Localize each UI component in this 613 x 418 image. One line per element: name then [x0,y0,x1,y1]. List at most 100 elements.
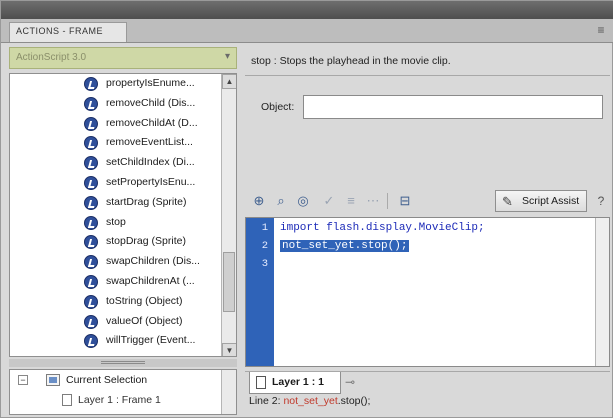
object-field-label: Object: [261,101,295,113]
action-item-icon [84,235,98,250]
insert-target-path-icon[interactable]: ◎ [293,191,313,211]
code-editor[interactable]: 1 2 3 import flash.display.MovieClip; no… [245,217,610,367]
toolbox-item-label: setPropertyIsEnu... [106,175,196,188]
scroll-down-icon[interactable]: ▼ [222,343,236,356]
code-line[interactable]: import flash.display.MovieClip; [280,222,485,234]
toolbox-item-label: stop [106,215,126,228]
toolbox-item[interactable]: stopDrag (Sprite) [10,232,222,252]
action-item-icon [84,274,98,289]
toolbox-item-label: toString (Object) [106,294,183,307]
code-editor-scrollbar[interactable] [595,218,609,366]
action-item-icon [84,96,98,111]
toolbox-item-label: startDrag (Sprite) [106,195,187,208]
status-prefix: Line 2: [249,395,284,407]
actions-frame-tab[interactable]: ACTIONS - FRAME [9,22,127,42]
actionscript-version-select[interactable]: ActionScript 3.0 ▾ [9,47,237,69]
action-reference-description: stop : Stops the playhead in the movie c… [251,55,451,67]
toolbox-item[interactable]: removeChild (Dis... [10,94,222,114]
toolbox-item[interactable]: stop [10,213,222,233]
panel-menu-icon[interactable]: ≡ [594,24,608,36]
action-item-icon [84,77,98,91]
toolbox-item[interactable]: setChildIndex (Di... [10,153,222,173]
action-item-icon [84,175,98,190]
toolbox-item-label: stopDrag (Sprite) [106,235,186,248]
script-assist-button[interactable]: ✎ Script Assist [495,190,587,212]
action-item-icon [84,334,98,349]
script-tab-label: Layer 1 : 1 [272,376,324,388]
action-item-icon [84,294,98,309]
toolbox-item[interactable]: toString (Object) [10,292,222,312]
toolbox-item[interactable]: propertyIsEnume... [10,74,222,94]
collapse-icon[interactable]: − [18,375,28,385]
script-tab[interactable]: Layer 1 : 1 [249,372,341,394]
object-field[interactable] [303,95,603,119]
magic-wand-icon: ✎ [502,194,513,209]
script-navigator: − Current Selection Layer 1 : Frame 1 [9,369,237,415]
add-script-item-icon[interactable]: ⊕ [249,191,269,211]
action-item-icon [84,215,98,230]
toolbox-item[interactable]: setPropertyIsEnu... [10,173,222,193]
status-code-ref: not_set_yet [283,395,338,407]
toolbox-item[interactable]: startDrag (Sprite) [10,193,222,213]
version-select-value: ActionScript 3.0 [16,52,87,63]
toolbox-item-label: removeChild (Dis... [106,96,196,109]
line-number-gutter: 1 2 3 [246,218,274,366]
action-item-icon [84,116,98,131]
auto-format-icon[interactable]: ≡ [341,191,361,211]
toolbox-item-label: swapChildren (Dis... [106,255,200,268]
actions-panel: ACTIONS - FRAME ≡ ActionScript 3.0 ▾ pro… [0,0,613,418]
navigator-scrollbar[interactable] [221,370,236,414]
pane-resize-handle[interactable] [9,359,237,367]
line-number: 1 [261,222,268,234]
toolbox-scrollbar[interactable]: ▲ ▼ [221,74,236,356]
script-document-icon [62,394,72,406]
actions-toolbox-column: ActionScript 3.0 ▾ propertyIsEnume... re… [9,45,237,415]
action-item-icon [84,314,98,329]
status-line: Line 2: not_set_yet.stop(); [249,395,370,407]
panel-title-strip [1,1,613,19]
script-assist-label: Script Assist [522,195,580,207]
help-icon[interactable]: ? [593,192,609,210]
script-pane: stop : Stops the playhead in the movie c… [245,45,610,415]
selection-icon [46,374,60,386]
toolbox-item-label: swapChildrenAt (... [106,274,195,287]
status-suffix: .stop(); [337,395,371,407]
toolbox-list: propertyIsEnume... removeChild (Dis... r… [10,74,222,351]
toolbox-item-label: propertyIsEnume... [106,77,195,89]
toolbox-item[interactable]: removeChildAt (D... [10,114,222,134]
script-document-icon [256,376,266,389]
toolbox-item[interactable]: willTrigger (Event... [10,331,222,351]
toolbox-item-label: removeChildAt (D... [106,116,198,129]
current-selection-label: Current Selection [66,374,148,386]
actions-toolbox: propertyIsEnume... removeChild (Dis... r… [9,73,237,357]
scrollbar-thumb[interactable] [223,252,235,312]
toolbox-item-label: removeEventList... [106,136,193,149]
line-number: 2 [261,240,268,252]
find-icon[interactable]: ⌕ [271,191,291,211]
line-number: 3 [261,258,268,270]
action-item-icon [84,255,98,270]
script-editor-toolbar: ⊕ ⌕ ◎ ✓ ≡ ⋯ ⊟ ✎ Script Assist ? [245,189,610,213]
code-line-selected[interactable]: not_set_yet.stop(); [280,240,410,252]
chevron-down-icon: ▾ [224,51,230,62]
action-item-icon [84,156,98,171]
frame-label: Layer 1 : Frame 1 [78,394,161,406]
toolbox-item[interactable]: swapChildrenAt (... [10,272,222,292]
toolbar-separator [387,193,388,209]
toolbox-item[interactable]: swapChildren (Dis... [10,252,222,272]
toolbox-item-label: valueOf (Object) [106,314,183,327]
pin-script-icon[interactable]: ⊸ [345,375,355,389]
scroll-up-icon[interactable]: ▲ [222,74,236,89]
check-syntax-icon[interactable]: ✓ [319,191,339,211]
toolbox-item[interactable]: valueOf (Object) [10,312,222,332]
toolbox-item-label: willTrigger (Event... [106,334,196,347]
toolbox-item-label: setChildIndex (Di... [106,156,195,169]
panel-tab-bar: ACTIONS - FRAME ≡ [1,19,613,43]
toolbox-item[interactable]: removeEventList... [10,133,222,153]
collapse-icon[interactable]: ⊟ [395,191,415,211]
script-tab-bar: Layer 1 : 1 ⊸ [245,371,610,394]
current-selection-row[interactable]: − Current Selection [10,370,236,390]
debug-options-icon[interactable]: ⋯ [363,191,383,211]
frame-row[interactable]: Layer 1 : Frame 1 [10,390,236,410]
action-item-icon [84,195,98,210]
